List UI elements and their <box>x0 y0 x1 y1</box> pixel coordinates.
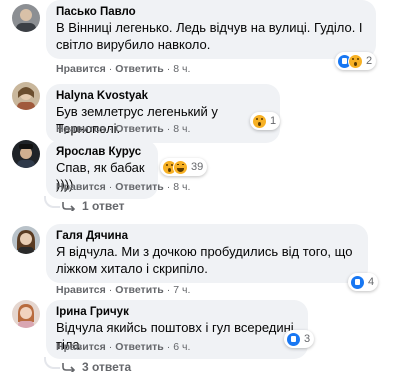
view-replies-link[interactable]: 1 ответ <box>62 199 125 213</box>
reaction-count: 3 <box>304 333 311 345</box>
avatar[interactable] <box>12 4 40 32</box>
comment-author[interactable]: Пасько Павло <box>56 5 366 19</box>
like-button[interactable]: Нравится <box>56 181 106 193</box>
reply-thread-line <box>44 196 60 208</box>
avatar[interactable] <box>12 140 40 168</box>
reply-arrow-icon <box>62 363 76 372</box>
avatar[interactable] <box>12 226 40 254</box>
comment-actions: Нравится · Ответить · 6 ч. <box>56 341 191 353</box>
comment-text: Я відчула. Ми з дочкою пробудились від т… <box>56 244 353 259</box>
comment-actions: Нравится · Ответить · 8 ч. <box>56 181 191 193</box>
comment-bubble: Галя Дячина Я відчула. Ми з дочкою пробу… <box>46 224 368 283</box>
like-button[interactable]: Нравится <box>56 63 106 75</box>
comment-actions: Нравится · Ответить · 8 ч. <box>56 123 191 135</box>
reaction-summary[interactable]: 39 <box>160 158 208 176</box>
comment-bubble: Пасько Павло В Вінниці легенько. Ледь ві… <box>46 0 376 59</box>
view-replies-label: 1 ответ <box>82 199 125 213</box>
reply-button[interactable]: Ответить <box>115 341 164 353</box>
comment-timestamp[interactable]: 8 ч. <box>173 63 190 75</box>
like-button[interactable]: Нравится <box>56 341 106 353</box>
reply-button[interactable]: Ответить <box>115 123 164 135</box>
comment-author[interactable]: Halyna Kvostyak <box>56 89 270 103</box>
reaction-count: 1 <box>270 115 277 127</box>
comment-author[interactable]: Галя Дячина <box>56 229 358 243</box>
reaction-count: 2 <box>366 55 373 67</box>
wow-reaction-icon <box>348 53 363 69</box>
like-button[interactable]: Нравится <box>56 284 106 296</box>
comment-timestamp[interactable]: 8 ч. <box>173 123 190 135</box>
reaction-summary[interactable]: 4 <box>348 273 379 291</box>
like-button[interactable]: Нравится <box>56 123 106 135</box>
comment-author[interactable]: Ірина Гричук <box>56 305 298 319</box>
reaction-count: 39 <box>191 161 204 173</box>
comment-timestamp[interactable]: 8 ч. <box>173 181 190 193</box>
comment-timestamp[interactable]: 7 ч. <box>173 284 190 296</box>
reply-button[interactable]: Ответить <box>115 181 164 193</box>
reaction-count: 4 <box>368 276 375 288</box>
comment-actions: Нравится · Ответить · 7 ч. <box>56 284 191 296</box>
comment-actions: Нравится · Ответить · 8 ч. <box>56 63 191 75</box>
reaction-summary[interactable]: 1 <box>250 112 281 130</box>
like-reaction-icon <box>350 274 365 290</box>
avatar[interactable] <box>12 82 40 110</box>
comment-text: В Вінниці легенько. Ледь відчув на вулиц… <box>56 20 363 35</box>
reply-button[interactable]: Ответить <box>115 284 164 296</box>
reply-thread-line <box>44 357 60 369</box>
comment-text: ліжком хитало і скрипіло. <box>56 261 208 276</box>
reaction-summary[interactable]: 2 <box>335 52 377 70</box>
comment-author[interactable]: Ярослав Курус <box>56 145 148 159</box>
reply-button[interactable]: Ответить <box>115 63 164 75</box>
like-reaction-icon <box>286 331 301 347</box>
avatar[interactable] <box>12 300 40 328</box>
haha-reaction-icon <box>173 159 188 175</box>
comment-text: світло вирубило навколо. <box>56 37 211 52</box>
view-replies-label: 3 ответа <box>82 360 132 374</box>
wow-reaction-icon <box>252 113 267 129</box>
view-replies-link[interactable]: 3 ответа <box>62 360 131 374</box>
reaction-summary[interactable]: 3 <box>284 330 315 348</box>
reply-arrow-icon <box>62 202 76 211</box>
comment-timestamp[interactable]: 6 ч. <box>173 341 190 353</box>
